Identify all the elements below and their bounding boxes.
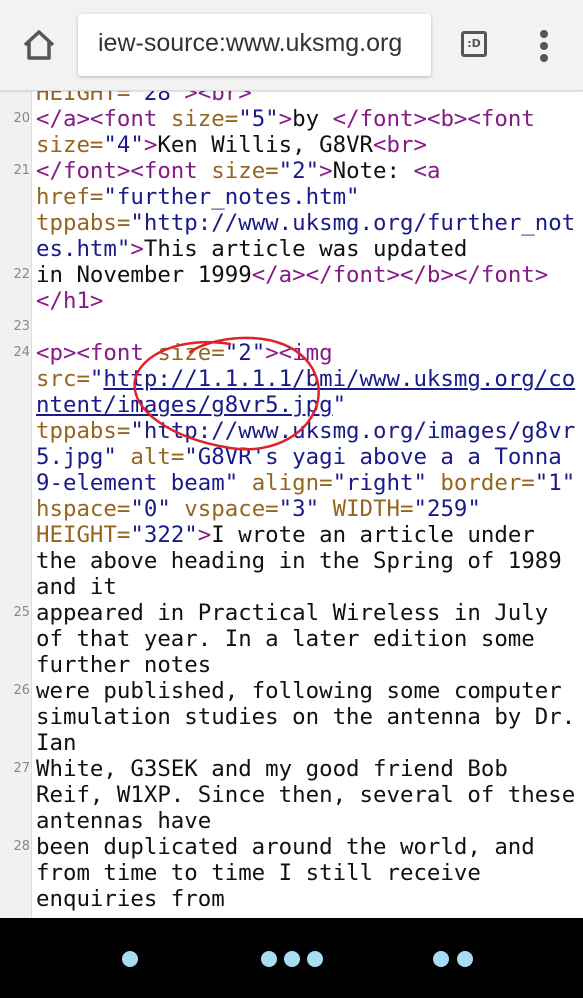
code-tag: > <box>130 236 144 262</box>
code-text: of that year. In a later edition some <box>36 626 535 652</box>
nav-dot-right-2[interactable] <box>457 951 473 967</box>
code-text: by <box>292 106 333 132</box>
url-text[interactable]: iew-source:www.uksmg.org <box>98 29 402 58</box>
code-text: were published, following some computer <box>36 678 562 704</box>
code-val: "0" <box>130 496 185 522</box>
line-number: 23 <box>13 319 30 334</box>
address-bar[interactable]: iew-source:www.uksmg.org <box>78 14 431 76</box>
code-text: Note: <box>332 158 414 184</box>
code-attr: href= <box>36 184 104 210</box>
code-text: and it <box>36 574 117 600</box>
source-code-view[interactable]: HEIGHT="28"><br> 20 </a><font size="5">by … <box>0 80 583 918</box>
code-tag: ><img <box>265 340 333 366</box>
tab-switcher-button[interactable]: :D <box>461 31 487 57</box>
code-tag: </font><b><font <box>332 106 535 132</box>
home-icon[interactable] <box>20 26 58 64</box>
line-number: 26 <box>13 683 30 698</box>
code-text: further notes <box>36 652 212 678</box>
code-val: "right" <box>332 470 441 496</box>
code-attr: src= <box>36 366 90 392</box>
line-number: 22 <box>13 267 30 282</box>
code-text: from time to time I still receive <box>36 860 481 886</box>
code-text: appeared in Practical Wireless in July <box>36 600 549 626</box>
code-attr: size= <box>170 106 239 132</box>
system-navigation-bar <box>0 918 583 998</box>
code-text: antennas have <box>36 808 212 834</box>
code-attr: HEIGHT= <box>36 522 131 548</box>
code-tag: </a><font <box>36 106 171 132</box>
line-number: 28 <box>13 839 30 854</box>
code-attr: alt= <box>130 444 185 470</box>
code-val: 9-element beam" <box>36 470 252 496</box>
nav-dot-center-2[interactable] <box>284 951 300 967</box>
code-attr: vspace= <box>184 496 279 522</box>
code-attr: align= <box>251 470 333 496</box>
code-text: in November 1999 <box>36 262 252 288</box>
kebab-menu-icon[interactable] <box>537 30 551 62</box>
code-val: " <box>332 392 347 418</box>
code-text: White, G3SEK and my good friend Bob <box>36 756 508 782</box>
line-number: 27 <box>13 761 30 776</box>
nav-dot-right-1[interactable] <box>433 951 449 967</box>
code-text: the above heading in the Spring of 1989 <box>36 548 562 574</box>
code-val: "259" <box>413 496 481 522</box>
code-val: "http://www.uksmg.org/further_not <box>130 210 576 236</box>
code-val: "5" <box>238 106 279 132</box>
code-attr: border= <box>440 470 535 496</box>
code-val: "3" <box>278 496 333 522</box>
code-tag: <a <box>413 158 441 184</box>
line-number: 25 <box>13 605 30 620</box>
code-link[interactable]: http://1.1.1.1/bmi/www.uksmg.org/co <box>103 366 575 392</box>
code-attr: tppabs= <box>36 418 131 444</box>
code-text: enquiries from <box>36 886 225 912</box>
code-val: "4" <box>103 132 144 158</box>
code-text: I wrote an article under <box>211 522 535 548</box>
code-tag: > <box>143 132 158 158</box>
code-tag: </a></font></b></font> <box>251 262 549 288</box>
code-text: been duplicated around the world, and <box>36 834 535 860</box>
code-val: "G8VR's yagi above a a Tonna <box>184 444 562 470</box>
code-attr: size= <box>157 340 225 366</box>
code-val: es.htm" <box>36 236 131 262</box>
code-tag: > <box>319 158 333 184</box>
code-tag: > <box>278 106 293 132</box>
code-val: "further_notes.htm" <box>103 184 360 210</box>
code-attr: WIDTH= <box>332 496 414 522</box>
nav-dot-left-button[interactable] <box>122 951 138 967</box>
code-attr: size= <box>211 158 279 184</box>
code-tag: > <box>197 522 212 548</box>
code-val: 5.jpg" <box>36 444 131 470</box>
code-attr: size= <box>36 132 104 158</box>
code-text: Reif, W1XP. Since then, several of these <box>36 782 576 808</box>
browser-toolbar: iew-source:www.uksmg.org :D <box>0 0 583 91</box>
code-val: "http://www.uksmg.org/images/g8vr <box>130 418 576 444</box>
line-number: 21 <box>13 163 30 178</box>
code-text: This article was updated <box>143 236 468 262</box>
nav-dot-center-1[interactable] <box>261 951 277 967</box>
code-tag: </font><font <box>36 158 212 184</box>
code-tag: <p><font <box>36 340 158 366</box>
code-tag: </h1> <box>36 288 104 314</box>
code-val: "1" <box>534 470 576 496</box>
code-attr: hspace= <box>36 496 131 522</box>
code-val: "2" <box>278 158 320 184</box>
line-number: 24 <box>13 345 30 360</box>
code-val: " <box>89 366 104 392</box>
code-link[interactable]: ntent/images/g8vr5.jpg <box>36 392 333 418</box>
code-text: Ian <box>36 730 77 756</box>
code-val: "322" <box>130 522 198 548</box>
code-val: "2" <box>224 340 266 366</box>
code-text: Ken Willis, G8VR <box>157 132 374 158</box>
line-number: 20 <box>13 111 30 126</box>
code-tag: <br> <box>373 132 427 158</box>
code-attr: tppabs= <box>36 210 131 236</box>
nav-dot-center-3[interactable] <box>307 951 323 967</box>
code-text: simulation studies on the antenna by Dr. <box>36 704 576 730</box>
